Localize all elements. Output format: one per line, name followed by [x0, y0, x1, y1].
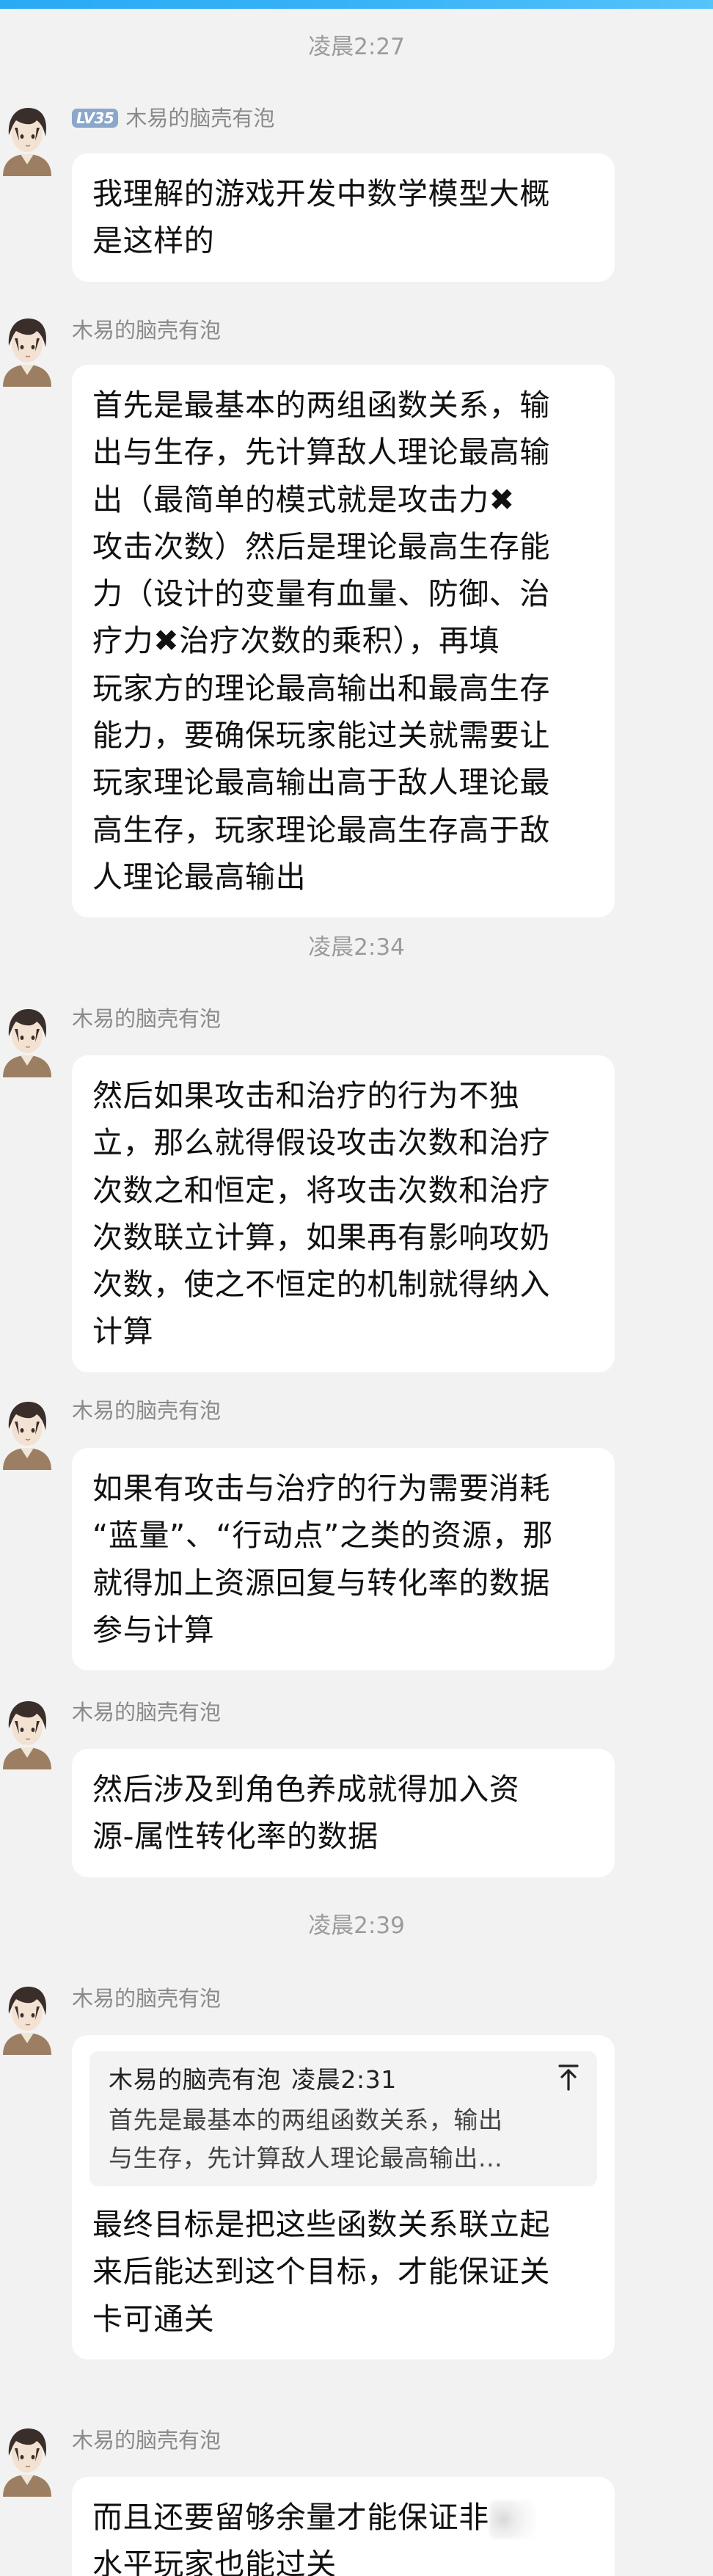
message-line: 能力，要确保玩家能过关就需要让: [92, 718, 550, 754]
message-line: 卡可通关: [92, 2301, 215, 2337]
message-line: 疗力✖治疗次数的乘积），再填: [92, 623, 500, 659]
avatar[interactable]: [0, 1982, 54, 2055]
message-line: 出（最简单的模式就是攻击力✖: [92, 481, 515, 517]
timestamp: 凌晨2:34: [308, 934, 405, 961]
message-bubble[interactable]: 然后如果攻击和治疗的行为不独 立，那么就得假设攻击次数和治疗 次数之和恒定，将攻…: [72, 1055, 615, 1372]
message-line: 源-属性转化率的数据: [92, 1819, 379, 1855]
message-line: 出与生存，先计算敌人理论最高输: [92, 434, 550, 470]
quote-header: 木易的脑壳有泡 凌晨2:31: [109, 2062, 581, 2098]
message-bubble[interactable]: 木易的脑壳有泡 凌晨2:31 首先是最基本的两组函数关系，输出 与生存，先计算敌…: [72, 2035, 615, 2359]
avatar[interactable]: [0, 103, 54, 176]
message-line: 最终目标是把这些函数关系联立起: [92, 2207, 550, 2242]
sender-name[interactable]: 木易的脑壳有泡: [72, 1004, 221, 1033]
quote-body: 首先是最基本的两组函数关系，输出 与生存，先计算敌人理论最高输出...: [109, 2101, 581, 2177]
avatar[interactable]: [0, 2423, 54, 2497]
top-status-strip: [0, 0, 713, 9]
message-line: 如果有攻击与治疗的行为需要消耗: [92, 1471, 550, 1506]
message-line: 然后如果攻击和治疗的行为不独: [92, 1078, 520, 1113]
message-bubble[interactable]: 然后涉及到角色养成就得加入资 源-属性转化率的数据: [72, 1749, 615, 1877]
message-line: 次数，使之不恒定的机制就得纳入: [92, 1267, 550, 1303]
message-bubble[interactable]: 我理解的游戏开发中数学模型大概 是这样的: [72, 153, 615, 282]
message-line: 立，那么就得假设攻击次数和治疗: [92, 1125, 550, 1161]
avatar-image: [0, 1397, 54, 1470]
sender-row: 木易的脑壳有泡: [72, 316, 221, 345]
avatar[interactable]: [0, 1696, 54, 1769]
quote-line: 与生存，先计算敌人理论最高输出...: [109, 2144, 503, 2172]
sender-name[interactable]: 木易的脑壳有泡: [72, 1984, 221, 2013]
message-line: 就得加上资源回复与转化率的数据: [92, 1565, 550, 1601]
message-line: 玩家方的理论最高输出和最高生存: [92, 670, 550, 706]
avatar-image: [0, 1696, 54, 1769]
message-line: 首先是最基本的两组函数关系，输: [92, 388, 550, 423]
sender-name[interactable]: 木易的脑壳有泡: [72, 1698, 221, 1727]
sender-name[interactable]: 木易的脑壳有泡: [72, 316, 221, 345]
message-line: 计算: [92, 1314, 154, 1350]
message-line: 人理论最高输出: [92, 859, 307, 895]
quote-sender-name: 木易的脑壳有泡: [109, 2065, 282, 2094]
message-line: 次数之和恒定，将攻击次数和治疗: [92, 1172, 550, 1208]
message-bubble[interactable]: 首先是最基本的两组函数关系，输 出与生存，先计算敌人理论最高输 出（最简单的模式…: [72, 365, 615, 918]
sender-row: 木易的脑壳有泡: [72, 1698, 221, 1727]
level-badge: LV35: [72, 109, 119, 128]
avatar-image: [0, 103, 54, 176]
message-line: 高生存，玩家理论最高生存高于敌: [92, 812, 550, 848]
avatar-image: [0, 313, 54, 387]
timestamp: 凌晨2:39: [308, 1913, 405, 1939]
message-line: 然后涉及到角色养成就得加入资: [92, 1772, 520, 1807]
message-line: 是这样的: [92, 223, 215, 259]
blurred-text-patch: [489, 2500, 536, 2539]
avatar-image: [0, 1982, 54, 2055]
sender-row: 木易的脑壳有泡: [72, 2426, 221, 2455]
sender-name[interactable]: 木易的脑壳有泡: [72, 1396, 221, 1425]
message-line-text: 而且还要留够余量才能保证非: [92, 2500, 489, 2535]
message-line: 玩家理论最高输出高于敌人理论最: [92, 765, 550, 801]
sender-row: 木易的脑壳有泡: [72, 1984, 221, 2013]
quote-time: 凌晨2:31: [291, 2065, 397, 2094]
avatar-image: [0, 1004, 54, 1077]
sender-name[interactable]: 木易的脑壳有泡: [72, 2426, 221, 2455]
sender-row: 木易的脑壳有泡: [72, 1004, 221, 1033]
arrow-up-to-top-icon[interactable]: [556, 2062, 581, 2094]
message-bubble[interactable]: 如果有攻击与治疗的行为需要消耗 “蓝量”、“行动点”之类的资源，那 就得加上资源…: [72, 1448, 615, 1671]
message-bubble[interactable]: 而且还要留够余量才能保证非 水平玩家也能过关: [72, 2477, 615, 2576]
message-line: 来后能达到这个目标，才能保证关: [92, 2254, 550, 2290]
sender-row: LV35 木易的脑壳有泡: [72, 103, 274, 133]
quote-line: 首先是最基本的两组函数关系，输出: [109, 2106, 503, 2134]
message-line: 力（设计的变量有血量、防御、治: [92, 576, 550, 612]
message-line: 我理解的游戏开发中数学模型大概: [92, 176, 550, 211]
message-line: 而且还要留够余量才能保证非: [92, 2494, 594, 2541]
avatar[interactable]: [0, 313, 54, 387]
avatar-image: [0, 2423, 54, 2497]
sender-row: 木易的脑壳有泡: [72, 1396, 221, 1425]
avatar[interactable]: [0, 1004, 54, 1077]
message-line: 次数联立计算，如果再有影响攻奶: [92, 1219, 550, 1255]
timestamp: 凌晨2:27: [308, 34, 405, 60]
message-line: 水平玩家也能过关: [92, 2547, 337, 2576]
message-line: 攻击次数）然后是理论最高生存能: [92, 528, 550, 564]
quoted-message[interactable]: 木易的脑壳有泡 凌晨2:31 首先是最基本的两组函数关系，输出 与生存，先计算敌…: [89, 2051, 597, 2186]
message-line: 参与计算: [92, 1612, 215, 1648]
sender-name[interactable]: 木易的脑壳有泡: [125, 103, 274, 133]
avatar[interactable]: [0, 1397, 54, 1470]
message-line: “蓝量”、“行动点”之类的资源，那: [92, 1518, 554, 1554]
